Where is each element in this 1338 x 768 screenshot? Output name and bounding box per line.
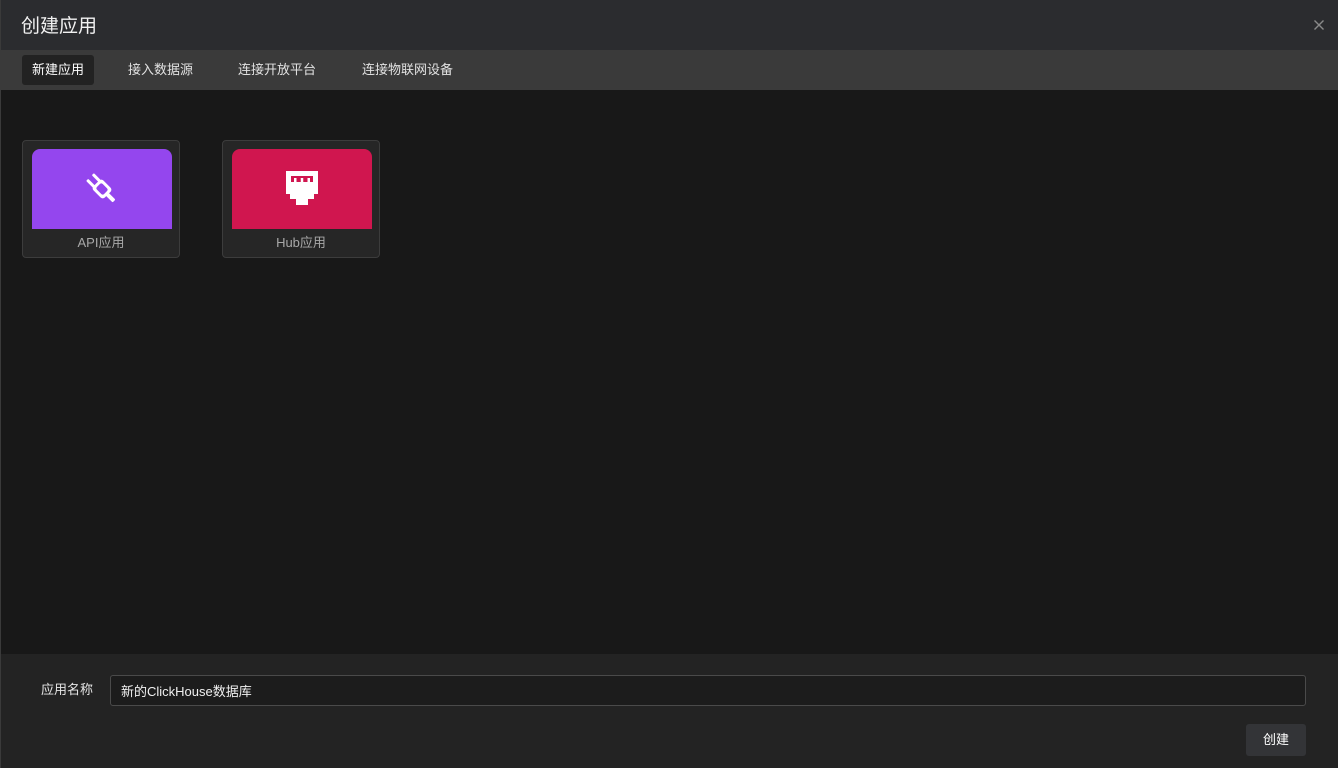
dialog-footer: 应用名称 创建 xyxy=(1,654,1338,768)
ethernet-port-icon xyxy=(286,171,318,205)
dialog-titlebar: 创建应用 xyxy=(1,0,1338,50)
create-app-dialog: 创建应用 新建应用 接入数据源 连接开放平台 连接物联网设备 API应用 Hub… xyxy=(0,0,1338,768)
app-type-area: API应用 Hub应用 xyxy=(1,90,1338,654)
app-name-input[interactable] xyxy=(110,675,1306,706)
app-name-label: 应用名称 xyxy=(41,682,94,697)
dialog-title: 创建应用 xyxy=(21,16,98,37)
app-card-api[interactable]: API应用 xyxy=(22,140,180,258)
close-icon[interactable] xyxy=(1310,16,1328,34)
plug-icon xyxy=(86,173,116,203)
app-card-hub-thumb xyxy=(232,149,372,229)
app-card-api-thumb xyxy=(32,149,172,229)
app-card-hub[interactable]: Hub应用 xyxy=(222,140,380,258)
tab-connect-datasource[interactable]: 接入数据源 xyxy=(118,55,203,85)
tab-new-app[interactable]: 新建应用 xyxy=(22,55,95,85)
tab-connect-iot-device[interactable]: 连接物联网设备 xyxy=(352,55,463,85)
tab-bar: 新建应用 接入数据源 连接开放平台 连接物联网设备 xyxy=(1,50,1338,90)
create-button[interactable]: 创建 xyxy=(1246,724,1306,756)
app-card-api-label: API应用 xyxy=(77,235,125,250)
tab-connect-open-platform[interactable]: 连接开放平台 xyxy=(228,55,326,85)
app-card-hub-label: Hub应用 xyxy=(276,235,326,250)
